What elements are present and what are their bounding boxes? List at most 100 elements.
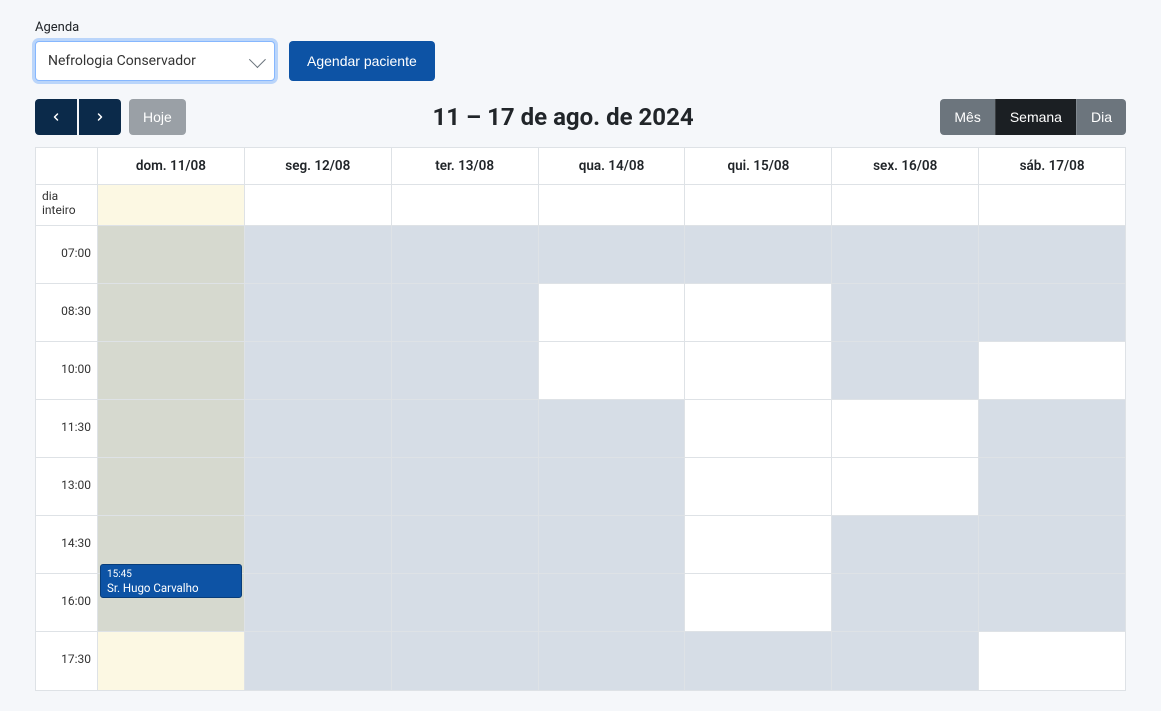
time-slot-cell[interactable] — [539, 632, 685, 690]
time-slot-cell[interactable] — [979, 632, 1125, 690]
time-label: 14:30 — [36, 516, 97, 574]
day-column-thu — [685, 226, 832, 690]
time-slot-cell[interactable] — [392, 342, 538, 400]
event-title: Sr. Hugo Carvalho — [107, 581, 199, 595]
calendar-body: 07:00 08:30 10:00 11:30 13:00 14:30 16:0… — [36, 226, 1125, 690]
time-slot-cell[interactable] — [245, 458, 391, 516]
time-slot-cell[interactable] — [245, 516, 391, 574]
time-label: 10:00 — [36, 342, 97, 400]
time-slot-cell[interactable] — [685, 400, 831, 458]
view-week-button[interactable]: Semana — [995, 99, 1076, 135]
time-slot-cell[interactable] — [245, 632, 391, 690]
time-slot-cell[interactable] — [979, 574, 1125, 632]
time-slot-cell[interactable] — [685, 632, 831, 690]
time-slot-cell[interactable] — [832, 400, 978, 458]
calendar-grid: dom. 11/08 seg. 12/08 ter. 13/08 qua. 14… — [35, 147, 1126, 691]
time-slot-cell[interactable] — [392, 516, 538, 574]
time-slot-cell[interactable] — [392, 226, 538, 284]
time-label: 11:30 — [36, 400, 97, 458]
day-column-tue — [392, 226, 539, 690]
time-slot-cell[interactable] — [98, 226, 244, 284]
day-header: qua. 14/08 — [539, 148, 686, 184]
time-slot-cell[interactable] — [245, 226, 391, 284]
agenda-select-value: Nefrologia Conservador — [48, 53, 250, 69]
time-slot-cell[interactable] — [832, 574, 978, 632]
time-slot-cell[interactable] — [98, 342, 244, 400]
time-slot-cell[interactable] — [979, 458, 1125, 516]
day-header: qui. 15/08 — [685, 148, 832, 184]
date-range-title: 11 – 17 de ago. de 2024 — [186, 103, 941, 131]
time-slot-cell[interactable] — [98, 400, 244, 458]
calendar-event[interactable]: 15:45 Sr. Hugo Carvalho — [100, 564, 242, 598]
time-slot-cell[interactable] — [98, 284, 244, 342]
top-controls: Nefrologia Conservador Agendar paciente — [35, 41, 1126, 81]
time-slot-cell[interactable] — [245, 574, 391, 632]
time-slot-cell[interactable] — [685, 516, 831, 574]
allday-cell[interactable] — [539, 185, 686, 225]
time-slot-cell[interactable] — [979, 342, 1125, 400]
time-slot-cell[interactable] — [832, 342, 978, 400]
view-toggle: Mês Semana Dia — [940, 99, 1126, 135]
time-slot-cell[interactable] — [392, 632, 538, 690]
allday-cell[interactable] — [392, 185, 539, 225]
event-time: 15:45 — [107, 568, 235, 581]
allday-cell[interactable] — [98, 185, 245, 225]
schedule-patient-button[interactable]: Agendar paciente — [289, 41, 435, 81]
time-slot-cell[interactable] — [685, 458, 831, 516]
time-slot-cell[interactable] — [98, 458, 244, 516]
allday-cell[interactable] — [685, 185, 832, 225]
allday-row: dia inteiro — [36, 185, 1125, 226]
time-slot-cell[interactable] — [539, 458, 685, 516]
time-slot-cell[interactable] — [392, 400, 538, 458]
time-column-header — [36, 148, 98, 184]
day-column-sun: 15:45 Sr. Hugo Carvalho — [98, 226, 245, 690]
time-slot-cell[interactable] — [539, 574, 685, 632]
chevron-right-icon — [94, 111, 106, 123]
time-slot-cell[interactable] — [832, 226, 978, 284]
agenda-select[interactable]: Nefrologia Conservador — [35, 41, 275, 81]
view-month-button[interactable]: Mês — [940, 99, 994, 135]
time-slot-cell[interactable] — [539, 342, 685, 400]
time-label: 16:00 — [36, 574, 97, 632]
time-slot-cell[interactable] — [539, 516, 685, 574]
time-slot-cell[interactable] — [979, 284, 1125, 342]
time-slot-cell[interactable] — [685, 574, 831, 632]
time-slot-cell[interactable] — [979, 516, 1125, 574]
time-slot-cell[interactable] — [685, 284, 831, 342]
time-slot-cell[interactable] — [245, 342, 391, 400]
allday-label: dia inteiro — [36, 185, 98, 225]
time-label: 07:00 — [36, 226, 97, 284]
time-slot-cell[interactable] — [539, 226, 685, 284]
time-slot-cell[interactable] — [539, 284, 685, 342]
time-slot-cell[interactable] — [685, 226, 831, 284]
allday-cell[interactable] — [832, 185, 979, 225]
time-slot-cell[interactable] — [832, 284, 978, 342]
time-slot-cell[interactable] — [98, 632, 244, 690]
time-slot-cell[interactable] — [832, 516, 978, 574]
time-slot-cell[interactable] — [539, 400, 685, 458]
time-slot-cell[interactable] — [685, 342, 831, 400]
time-slot-cell[interactable] — [832, 632, 978, 690]
time-slot-cell[interactable] — [979, 400, 1125, 458]
allday-cell[interactable] — [979, 185, 1125, 225]
time-slot-cell[interactable] — [832, 458, 978, 516]
day-header: dom. 11/08 — [98, 148, 245, 184]
time-slot-cell[interactable] — [392, 458, 538, 516]
day-column-sat — [979, 226, 1125, 690]
time-slot-cell[interactable] — [979, 226, 1125, 284]
view-day-button[interactable]: Dia — [1076, 99, 1126, 135]
day-header: sex. 16/08 — [832, 148, 979, 184]
time-label: 13:00 — [36, 458, 97, 516]
time-slot-cell[interactable] — [392, 574, 538, 632]
allday-cell[interactable] — [245, 185, 392, 225]
time-slot-cell[interactable] — [392, 284, 538, 342]
next-button[interactable] — [79, 99, 121, 135]
chevron-left-icon — [50, 111, 62, 123]
time-slot-cell[interactable] — [245, 284, 391, 342]
prev-button[interactable] — [35, 99, 77, 135]
chevron-down-icon — [249, 51, 266, 68]
time-label: 17:30 — [36, 632, 97, 690]
day-column-wed — [539, 226, 686, 690]
time-slot-cell[interactable] — [245, 400, 391, 458]
today-button[interactable]: Hoje — [129, 99, 186, 135]
